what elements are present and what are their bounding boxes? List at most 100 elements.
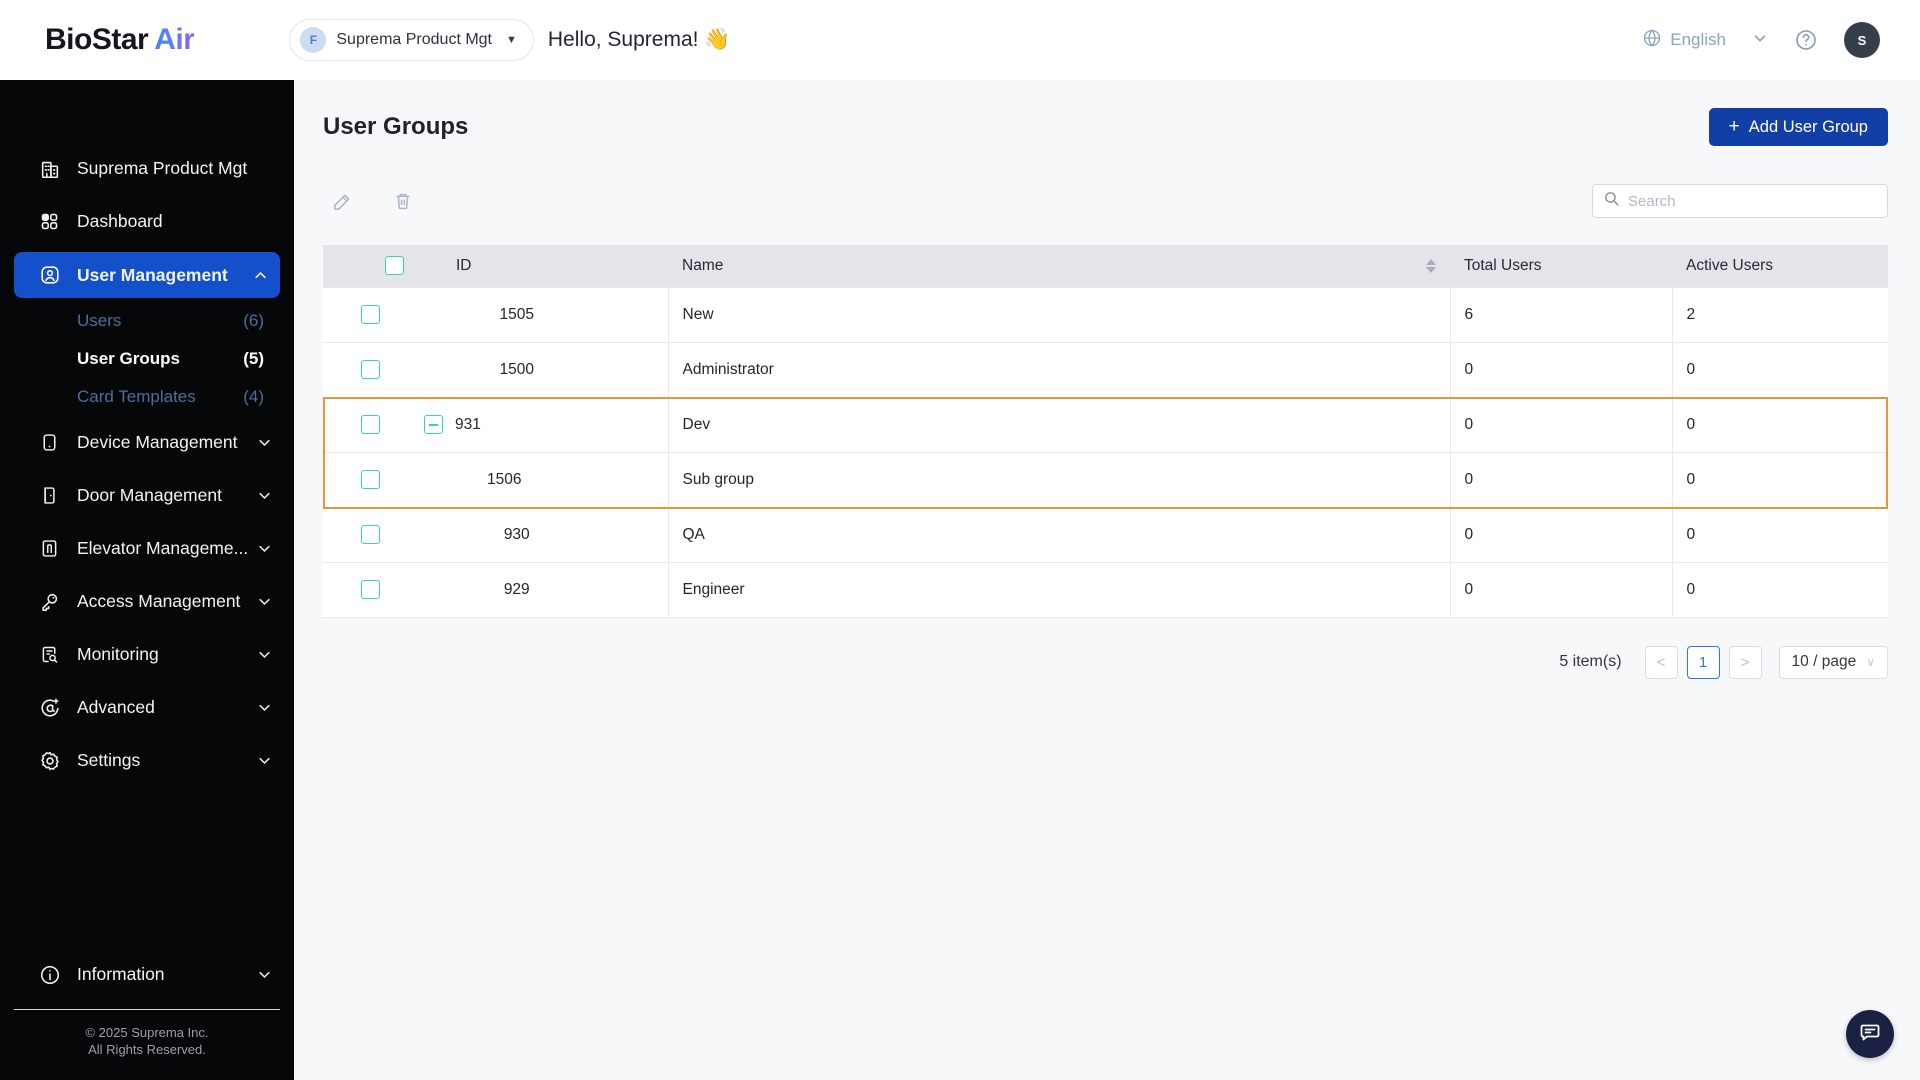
subitem-label: User Groups bbox=[77, 349, 180, 368]
column-header-total-users: Total Users bbox=[1450, 245, 1672, 287]
group-name: QA bbox=[667, 507, 1450, 563]
main-content: User Groups + Add User Group Search ID N… bbox=[294, 80, 1920, 1080]
table-row[interactable]: 929 Engineer 0 0 bbox=[323, 562, 1888, 618]
copyright: © 2025 Suprema Inc. All Rights Reserved. bbox=[0, 1024, 294, 1080]
chevron-down-icon bbox=[257, 700, 272, 715]
collapse-icon[interactable] bbox=[424, 415, 443, 434]
chat-button[interactable] bbox=[1846, 1010, 1894, 1058]
table-row[interactable]: 1500 Administrator 0 0 bbox=[323, 342, 1888, 398]
sidebar-subitem-users[interactable]: Users (6) bbox=[0, 302, 294, 340]
sidebar-subitem-card-templates[interactable]: Card Templates (4) bbox=[0, 378, 294, 416]
table-toolbar bbox=[323, 190, 414, 213]
table-row-child-highlighted[interactable]: 1506 Sub group 0 0 bbox=[323, 452, 1888, 508]
subitem-count: (4) bbox=[243, 387, 264, 406]
group-name: Sub group bbox=[667, 452, 1450, 508]
row-checkbox[interactable] bbox=[361, 580, 380, 599]
sort-icon[interactable] bbox=[1426, 258, 1436, 273]
page-size-label: 10 / page bbox=[1791, 653, 1857, 670]
sidebar: Suprema Product Mgt Dashboard User Manag… bbox=[0, 80, 294, 1080]
monitoring-icon bbox=[38, 643, 61, 666]
user-groups-table: ID Name Total Users Active Users 1505 Ne… bbox=[323, 245, 1888, 618]
globe-icon bbox=[1642, 28, 1662, 53]
table-row[interactable]: 930 QA 0 0 bbox=[323, 507, 1888, 563]
row-checkbox[interactable] bbox=[361, 305, 380, 324]
sidebar-subitem-user-groups[interactable]: User Groups (5) bbox=[0, 340, 294, 378]
row-checkbox[interactable] bbox=[361, 360, 380, 379]
sidebar-item-door-management[interactable]: Door Management bbox=[0, 469, 294, 522]
group-id: 1506 bbox=[487, 470, 522, 488]
sidebar-item-user-management[interactable]: User Management bbox=[14, 252, 280, 298]
select-all-checkbox[interactable] bbox=[385, 256, 404, 276]
sidebar-item-label: User Management bbox=[77, 264, 228, 285]
edit-icon[interactable] bbox=[331, 190, 354, 213]
group-active-users: 0 bbox=[1671, 507, 1888, 563]
group-total-users: 0 bbox=[1449, 507, 1672, 563]
group-id: 930 bbox=[503, 525, 530, 543]
prev-page-button[interactable]: < bbox=[1644, 645, 1678, 679]
add-user-group-button[interactable]: + Add User Group bbox=[1708, 108, 1888, 146]
user-avatar[interactable]: S bbox=[1844, 22, 1880, 58]
subitem-label: Card Templates bbox=[77, 387, 196, 406]
sidebar-item-label: Monitoring bbox=[77, 644, 159, 664]
group-active-users: 0 bbox=[1671, 452, 1888, 508]
user-icon bbox=[38, 264, 61, 287]
organization-selector[interactable]: F Suprema Product Mgt ▼ bbox=[289, 19, 534, 61]
next-page-button[interactable]: > bbox=[1728, 645, 1762, 679]
sidebar-item-settings[interactable]: Settings bbox=[0, 734, 294, 787]
header-actions: English S bbox=[1642, 22, 1880, 58]
subitem-count: (6) bbox=[243, 311, 264, 330]
group-total-users: 0 bbox=[1449, 452, 1672, 508]
sidebar-divider bbox=[14, 1009, 280, 1010]
help-icon[interactable] bbox=[1794, 28, 1818, 52]
plus-icon: + bbox=[1728, 116, 1740, 137]
delete-icon[interactable] bbox=[392, 190, 414, 213]
page-1-button[interactable]: 1 bbox=[1686, 645, 1720, 679]
chevron-down-icon[interactable] bbox=[1752, 30, 1768, 51]
chat-bubble-icon bbox=[1858, 1020, 1882, 1049]
row-checkbox[interactable] bbox=[361, 470, 380, 489]
chevron-down-icon bbox=[257, 647, 272, 662]
chevron-down-icon bbox=[257, 435, 272, 450]
sidebar-item-device-management[interactable]: Device Management bbox=[0, 416, 294, 469]
column-header-active-users: Active Users bbox=[1672, 245, 1888, 287]
page-size-select[interactable]: 10 / page ∨ bbox=[1778, 645, 1888, 679]
gear-icon bbox=[38, 749, 61, 772]
sidebar-item-access-management[interactable]: Access Management bbox=[0, 575, 294, 628]
add-button-label: Add User Group bbox=[1748, 117, 1868, 136]
group-total-users: 0 bbox=[1449, 342, 1672, 398]
table-row[interactable]: 1505 New 6 2 bbox=[323, 286, 1888, 343]
language-label: English bbox=[1670, 30, 1726, 49]
group-name: Engineer bbox=[667, 562, 1450, 618]
language-selector[interactable]: English bbox=[1642, 28, 1726, 53]
sidebar-item-label: Access Management bbox=[77, 591, 241, 611]
group-name: Administrator bbox=[667, 342, 1450, 398]
items-count: 5 item(s) bbox=[1559, 653, 1622, 670]
elevator-icon bbox=[38, 537, 61, 560]
group-name: Dev bbox=[667, 397, 1450, 453]
search-input[interactable] bbox=[1628, 192, 1877, 210]
sidebar-item-advanced[interactable]: Advanced bbox=[0, 681, 294, 734]
sidebar-item-information[interactable]: Information bbox=[0, 948, 294, 1001]
row-checkbox[interactable] bbox=[361, 525, 380, 544]
copyright-line1: © 2025 Suprema Inc. bbox=[85, 1025, 209, 1040]
logo-biostar: BioStar bbox=[45, 23, 149, 56]
row-checkbox[interactable] bbox=[361, 415, 380, 434]
sidebar-item-elevator-management[interactable]: Elevator Manageme... bbox=[0, 522, 294, 575]
sidebar-item-suprema-product-mgt[interactable]: Suprema Product Mgt bbox=[0, 142, 294, 195]
logo-air: Air bbox=[154, 23, 195, 56]
sidebar-item-monitoring[interactable]: Monitoring bbox=[0, 628, 294, 681]
group-total-users: 0 bbox=[1449, 562, 1672, 618]
table-header-row: ID Name Total Users Active Users bbox=[323, 245, 1888, 287]
group-total-users: 0 bbox=[1449, 397, 1672, 453]
chevron-down-icon bbox=[257, 967, 272, 982]
group-id: 931 bbox=[455, 415, 481, 433]
pagination: 5 item(s) < 1 > 10 / page ∨ bbox=[323, 645, 1888, 679]
door-icon bbox=[38, 484, 61, 507]
sidebar-item-dashboard[interactable]: Dashboard bbox=[0, 195, 294, 248]
group-active-users: 0 bbox=[1671, 562, 1888, 618]
group-name: New bbox=[667, 286, 1450, 343]
group-active-users: 0 bbox=[1671, 342, 1888, 398]
table-row-highlighted[interactable]: 931 Dev 0 0 bbox=[323, 397, 1888, 453]
sidebar-item-label: Device Management bbox=[77, 432, 238, 452]
